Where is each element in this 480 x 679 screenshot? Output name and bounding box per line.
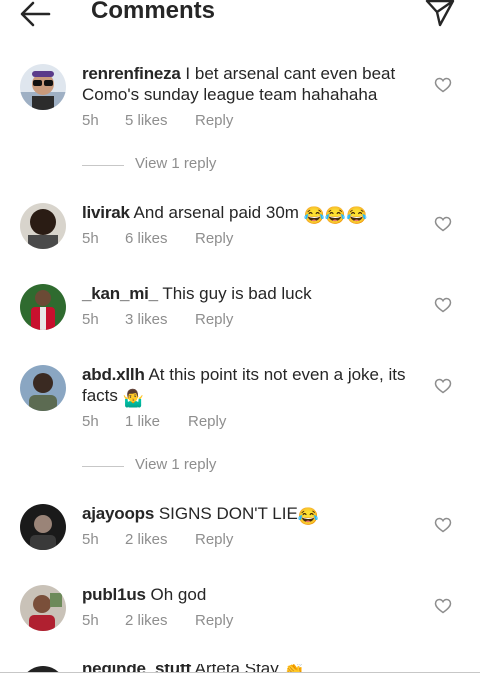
divider [0, 672, 480, 673]
like-button[interactable] [434, 517, 452, 533]
comment-body: Arteta Stay [195, 664, 279, 672]
arrow-left-icon [20, 1, 51, 27]
divider [82, 466, 124, 467]
comment-body: And arsenal paid 30m [133, 203, 299, 222]
view-replies-label: View 1 reply [135, 456, 217, 473]
comment-username[interactable]: livirak [82, 203, 130, 222]
comment-time: 5h [82, 311, 99, 328]
comment-time: 5h [82, 531, 99, 548]
page-title: Comments [91, 0, 216, 24]
comment-likes[interactable]: 5 likes [125, 112, 168, 129]
comment-username[interactable]: renrenfineza [82, 64, 181, 83]
like-button[interactable] [434, 297, 452, 313]
divider [82, 165, 124, 166]
view-replies-button[interactable]: View 1 reply [82, 155, 382, 175]
avatar[interactable] [20, 203, 66, 249]
comment-time: 5h [82, 230, 99, 247]
like-button[interactable] [434, 77, 452, 93]
heart-outline-icon [434, 297, 452, 313]
comment-body: Oh god [150, 585, 207, 604]
comments-header: Comments [0, 0, 480, 34]
comment-likes[interactable]: 3 likes [125, 311, 168, 328]
reply-button[interactable]: Reply [195, 612, 233, 629]
back-button[interactable] [18, 0, 52, 28]
comment-body: This guy is bad luck [162, 284, 312, 303]
avatar[interactable] [20, 365, 66, 411]
comment-username[interactable]: neginde_stuff [82, 664, 191, 672]
heart-outline-icon [434, 517, 452, 533]
comment-text: publ1us Oh god [82, 584, 422, 605]
comment-text: renrenfineza I bet arsenal cant even bea… [82, 63, 422, 105]
comment-username[interactable]: publ1us [82, 585, 146, 604]
reply-button[interactable]: Reply [195, 311, 233, 328]
comment-text: livirak And arsenal paid 30m 😂😂😂 [82, 202, 422, 226]
heart-outline-icon [434, 598, 452, 614]
avatar[interactable] [20, 585, 66, 631]
comment-username[interactable]: _kan_mi_ [82, 284, 158, 303]
comment-likes[interactable]: 6 likes [125, 230, 168, 247]
like-button[interactable] [434, 378, 452, 394]
clapping-emoji-icon: 👏 [284, 664, 305, 672]
comment-item: neginde_stuff Arteta Stay 👏 [0, 664, 480, 672]
view-replies-label: View 1 reply [135, 155, 217, 172]
comment-time: 5h [82, 413, 99, 430]
heart-outline-icon [434, 77, 452, 93]
reply-button[interactable]: Reply [188, 413, 226, 430]
heart-outline-icon [434, 378, 452, 394]
share-button[interactable] [423, 0, 457, 28]
avatar[interactable] [20, 64, 66, 110]
view-replies-button[interactable]: View 1 reply [82, 456, 382, 476]
comment-likes[interactable]: 2 likes [125, 531, 168, 548]
laughing-emoji-icon: 😂😂😂 [303, 206, 368, 225]
comment-likes[interactable]: 2 likes [125, 612, 168, 629]
heart-outline-icon [434, 216, 452, 232]
avatar[interactable] [20, 284, 66, 330]
comment-time: 5h [82, 612, 99, 629]
comment-body: SIGNS DON'T LIE [158, 504, 298, 523]
like-button[interactable] [434, 598, 452, 614]
comment-time: 5h [82, 112, 99, 129]
reply-button[interactable]: Reply [195, 531, 233, 548]
avatar[interactable] [20, 504, 66, 550]
comment-text: abd.xllh At this point its not even a jo… [82, 364, 422, 409]
paper-plane-icon [425, 0, 455, 27]
comment-text: neginde_stuff Arteta Stay 👏 [82, 664, 422, 672]
comment-username[interactable]: ajayoops [82, 504, 154, 523]
reply-button[interactable]: Reply [195, 112, 233, 129]
reply-button[interactable]: Reply [195, 230, 233, 247]
shrug-emoji-icon: 🤷‍♂️ [122, 389, 144, 408]
like-button[interactable] [434, 216, 452, 232]
comment-text: _kan_mi_ This guy is bad luck [82, 283, 422, 304]
comment-likes[interactable]: 1 like [125, 413, 160, 430]
comment-username[interactable]: abd.xllh [82, 365, 145, 384]
laughing-emoji-icon: 😂 [297, 507, 319, 526]
comment-text: ajayoops SIGNS DON'T LIE😂 [82, 503, 422, 527]
